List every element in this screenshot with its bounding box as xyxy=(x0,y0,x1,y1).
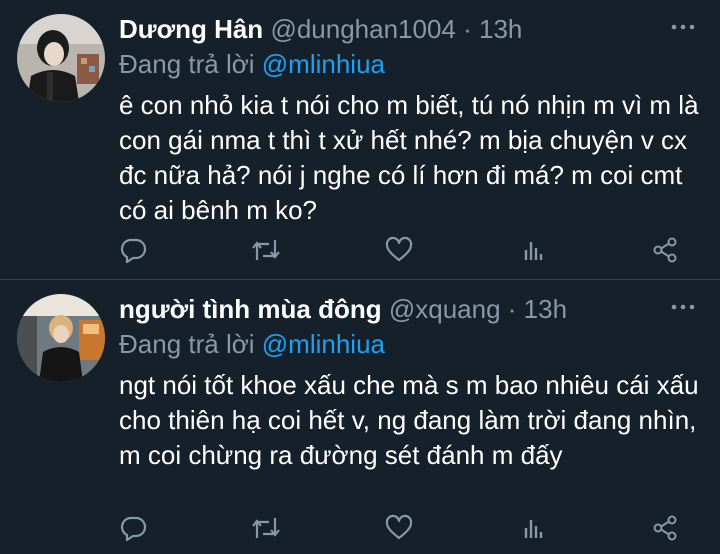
reply-button[interactable] xyxy=(119,236,151,268)
reply-icon xyxy=(120,238,147,264)
analytics-button[interactable] xyxy=(519,514,551,546)
like-icon xyxy=(385,236,413,262)
more-icon[interactable] xyxy=(670,302,696,312)
share-icon xyxy=(653,515,677,541)
reply-icon xyxy=(120,516,147,542)
analytics-icon xyxy=(524,520,543,538)
like-button[interactable] xyxy=(385,236,417,268)
analytics-icon xyxy=(524,242,543,260)
like-icon xyxy=(385,514,413,540)
mention-link[interactable]: @mlinhiua xyxy=(262,329,385,359)
reply-button[interactable] xyxy=(119,514,151,546)
tweet-header: người tình mùa đông @xquang · 13h xyxy=(119,292,660,326)
timestamp[interactable]: 13h xyxy=(479,14,522,44)
share-icon xyxy=(653,237,677,263)
retweet-icon xyxy=(252,518,280,538)
timestamp[interactable]: 13h xyxy=(524,294,567,324)
display-name[interactable]: người tình mùa đông xyxy=(119,294,382,324)
tweet[interactable]: Dương Hân @dunghan1004 · 13h Đang trả lờ… xyxy=(0,0,720,280)
tweet-header: Dương Hân @dunghan1004 · 13h xyxy=(119,12,660,46)
handle[interactable]: @dunghan1004 xyxy=(270,14,455,44)
replying-prefix: Đang trả lời xyxy=(119,49,262,79)
share-button[interactable] xyxy=(651,514,683,546)
tweet-text: ngt nói tốt khoe xấu che mà s m bao nhiê… xyxy=(119,370,699,470)
separator: · xyxy=(455,14,479,44)
avatar[interactable] xyxy=(17,294,105,382)
replying-to: Đang trả lời @mlinhiua xyxy=(119,327,385,361)
retweet-button[interactable] xyxy=(251,514,283,546)
more-icon[interactable] xyxy=(670,22,696,32)
tweet-text: ê con nhỏ kia t nói cho m biết, tú nó nh… xyxy=(119,90,699,225)
share-button[interactable] xyxy=(651,236,683,268)
handle[interactable]: @xquang xyxy=(389,294,501,324)
retweet-button[interactable] xyxy=(251,236,283,268)
action-bar xyxy=(119,236,689,268)
replying-prefix: Đang trả lời xyxy=(119,329,262,359)
mention-link[interactable]: @mlinhiua xyxy=(262,49,385,79)
action-bar xyxy=(119,514,689,546)
separator: · xyxy=(500,294,524,324)
like-button[interactable] xyxy=(385,514,417,546)
retweet-icon xyxy=(252,240,280,260)
display-name[interactable]: Dương Hân xyxy=(119,14,263,44)
avatar[interactable] xyxy=(17,14,105,102)
analytics-button[interactable] xyxy=(519,236,551,268)
tweet[interactable]: người tình mùa đông @xquang · 13h Đang t… xyxy=(0,280,720,554)
replying-to: Đang trả lời @mlinhiua xyxy=(119,47,385,81)
